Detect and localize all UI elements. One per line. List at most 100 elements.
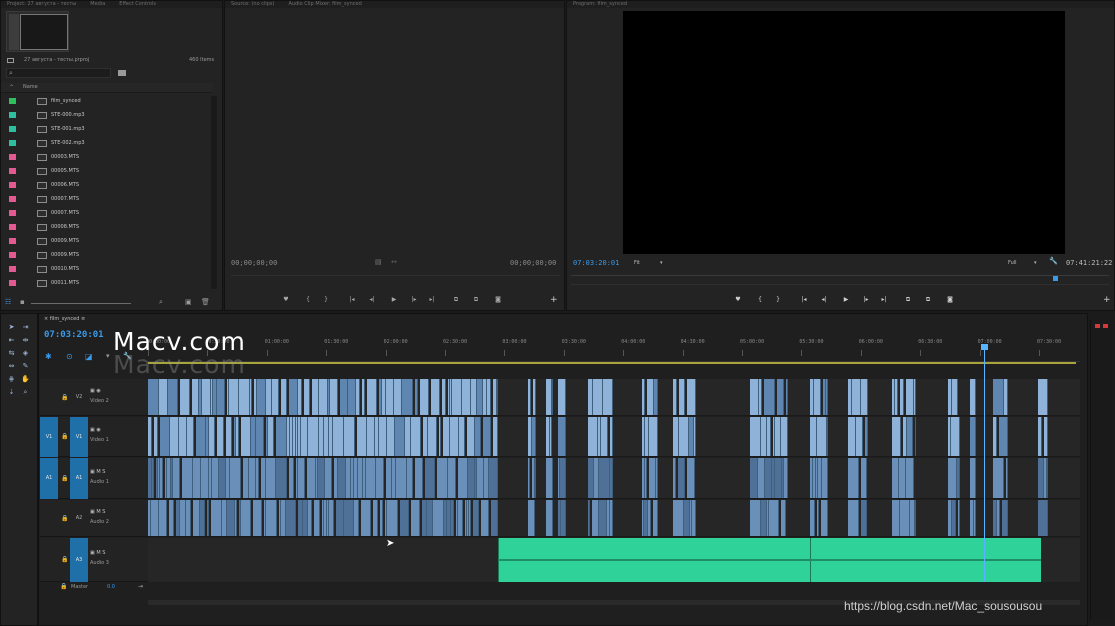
video-clip[interactable] <box>679 379 685 415</box>
audio-clip[interactable] <box>592 500 599 536</box>
track-select-tool-icon[interactable]: ⇥ <box>21 323 30 331</box>
video-clip[interactable] <box>308 417 319 456</box>
video-clip[interactable] <box>281 379 287 415</box>
video-clip[interactable] <box>826 379 828 415</box>
audio-clip[interactable] <box>186 500 191 536</box>
label-color-swatch[interactable] <box>9 210 16 216</box>
quality-dropdown[interactable]: Full ▾ <box>1004 258 1044 268</box>
program-scrub-bar[interactable] <box>571 275 1109 283</box>
audio-clip[interactable] <box>481 500 489 536</box>
video-clip[interactable] <box>558 417 566 456</box>
video-clip[interactable] <box>810 417 817 456</box>
video-clip[interactable] <box>1044 417 1048 456</box>
rolling-edit-tool-icon[interactable]: ⇹ <box>21 336 30 344</box>
video-clip[interactable] <box>340 379 348 415</box>
video-clip[interactable] <box>483 417 491 456</box>
video-clip[interactable] <box>415 379 418 415</box>
video-clip[interactable] <box>348 379 356 415</box>
snap-icon[interactable]: ✱ <box>45 352 52 361</box>
audio-clip[interactable] <box>458 458 468 498</box>
track-lock-icon[interactable]: 🔒 <box>61 515 68 522</box>
video-clip[interactable] <box>257 379 266 415</box>
video-clip[interactable] <box>856 417 863 456</box>
audio-clip[interactable] <box>560 458 566 498</box>
project-item[interactable]: 00009.MTS <box>1 234 213 248</box>
video-clip[interactable] <box>217 417 224 456</box>
audio-clip[interactable] <box>817 500 819 536</box>
project-item[interactable]: STE-001.mp3 <box>1 122 213 136</box>
project-item[interactable]: 00011.MTS <box>1 276 213 290</box>
video-clip[interactable] <box>154 417 158 456</box>
program-tabbar[interactable]: Program: film_synced <box>567 1 1114 8</box>
video-clip[interactable] <box>289 379 298 415</box>
video-clip[interactable] <box>999 417 1008 456</box>
video-clip[interactable] <box>764 379 775 415</box>
go-to-in-icon[interactable]: |◂ <box>799 296 809 304</box>
audio-clip[interactable] <box>354 500 359 536</box>
razor-tool-icon[interactable]: ◈ <box>21 349 30 357</box>
audio-clip[interactable] <box>810 500 815 536</box>
track-lane-a2[interactable] <box>148 500 1080 537</box>
video-clip[interactable] <box>420 379 429 415</box>
audio-clip[interactable] <box>241 500 251 536</box>
audio-clip[interactable] <box>673 458 676 498</box>
video-clip[interactable] <box>588 417 598 456</box>
audio-clip[interactable] <box>648 500 651 536</box>
label-color-swatch[interactable] <box>9 182 16 188</box>
audio-clip[interactable] <box>468 458 475 498</box>
audio-clip[interactable] <box>477 458 484 498</box>
audio-clip[interactable] <box>821 500 828 536</box>
video-clip[interactable] <box>256 417 264 456</box>
time-ruler[interactable]: 00:00:00 00:30:00 01:00:00 01:30:00 02:00:00… <box>146 334 1080 362</box>
program-add-button[interactable]: + <box>1103 295 1111 305</box>
audio-clip[interactable] <box>1002 500 1008 536</box>
audio-clip[interactable] <box>974 500 976 536</box>
video-clip[interactable] <box>367 417 375 456</box>
audio-clip[interactable] <box>489 458 498 498</box>
audio-clip[interactable] <box>750 500 761 536</box>
video-clip[interactable] <box>1004 379 1008 415</box>
source-patch-v1[interactable]: V1 <box>40 417 58 457</box>
audio-clip[interactable] <box>1038 500 1048 536</box>
video-clip[interactable] <box>439 417 441 456</box>
audio-clip[interactable] <box>361 500 371 536</box>
audio-clip[interactable] <box>160 458 163 498</box>
video-clip[interactable] <box>239 379 250 415</box>
slip-tool-icon[interactable]: ⇔ <box>7 362 16 370</box>
zoom-tool-icon[interactable]: ⌕ <box>21 388 30 396</box>
video-clip[interactable] <box>497 379 498 415</box>
mark-in-icon[interactable]: { <box>303 296 313 304</box>
solo-button[interactable]: S <box>102 509 105 515</box>
audio-clip[interactable] <box>366 458 376 498</box>
video-clip[interactable] <box>217 379 225 415</box>
audio-clip[interactable] <box>211 500 222 536</box>
video-clip[interactable] <box>180 379 190 415</box>
project-item[interactable]: 00007.MTS <box>1 192 213 206</box>
track-header-a3[interactable]: 🔒 A3 Audio 3 ▣ M S <box>40 538 148 582</box>
video-clip[interactable] <box>319 379 328 415</box>
audio-clip[interactable] <box>169 500 174 536</box>
track-target-v1[interactable]: V1 <box>70 417 88 457</box>
video-clip[interactable] <box>386 379 394 415</box>
audio-clip[interactable] <box>692 500 696 536</box>
video-clip[interactable] <box>970 379 976 415</box>
timeline-tab-menu-icon[interactable]: ≡ <box>79 316 85 322</box>
audio-clip[interactable] <box>535 458 536 498</box>
source-scrub-bar[interactable] <box>231 275 560 279</box>
audio-clip[interactable] <box>400 500 409 536</box>
video-clip[interactable] <box>202 379 211 415</box>
audio-clip[interactable] <box>848 458 859 498</box>
video-clip[interactable] <box>356 379 360 415</box>
audio-clip[interactable] <box>451 500 454 536</box>
track-lane-a3[interactable] <box>148 538 1080 582</box>
audio-clip[interactable] <box>266 500 277 536</box>
lift-icon[interactable]: ⧉ <box>451 296 461 304</box>
video-clip[interactable] <box>304 379 310 415</box>
video-clip[interactable] <box>442 379 446 415</box>
audio-clip[interactable] <box>433 500 444 536</box>
video-clip[interactable] <box>750 379 759 415</box>
label-color-swatch[interactable] <box>9 126 16 132</box>
audio-clip[interactable] <box>528 458 530 498</box>
timeline-tab[interactable]: × film_synced ≡ <box>44 316 85 322</box>
go-to-out-icon[interactable]: ▸| <box>879 296 889 304</box>
